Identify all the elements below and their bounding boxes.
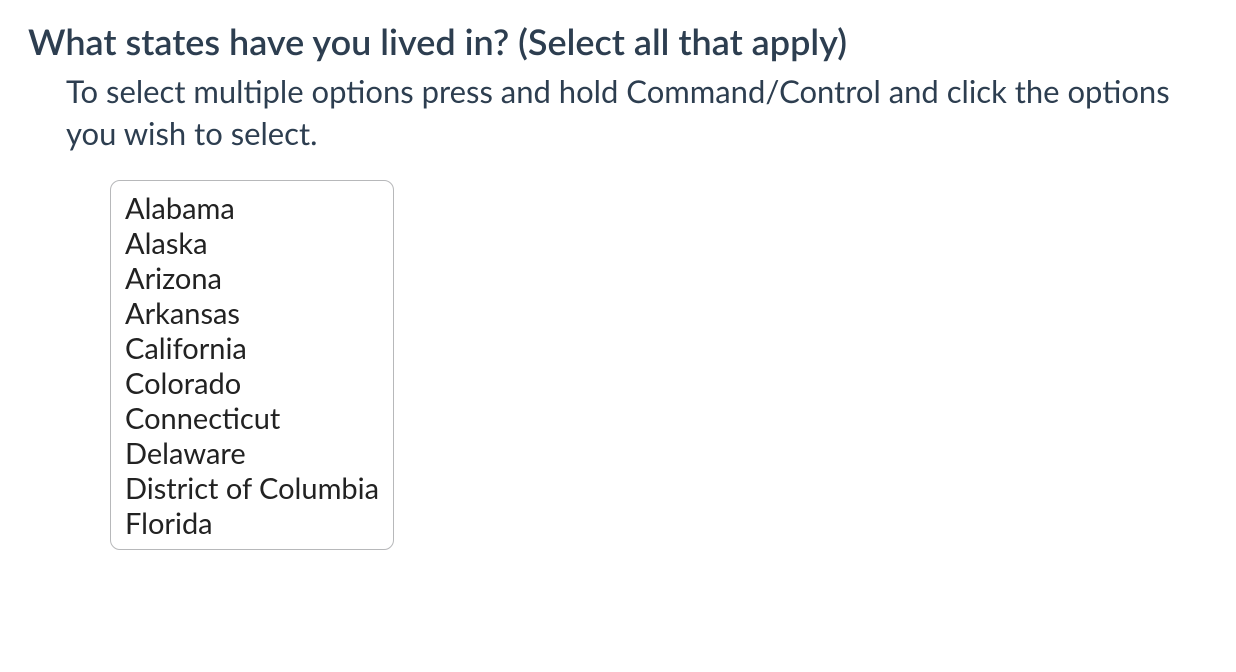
select-wrapper: AlabamaAlaskaArizonaArkansasCaliforniaCo…	[28, 180, 1208, 550]
state-option[interactable]: Alaska	[125, 226, 379, 261]
states-multiselect[interactable]: AlabamaAlaskaArizonaArkansasCaliforniaCo…	[110, 180, 394, 550]
question-instructions: To select multiple options press and hol…	[28, 71, 1208, 155]
state-option[interactable]: Connecticut	[125, 401, 379, 436]
state-option[interactable]: Colorado	[125, 366, 379, 401]
question-title: What states have you lived in? (Select a…	[28, 18, 1208, 65]
state-option[interactable]: Alabama	[125, 191, 379, 226]
state-option[interactable]: District of Columbia	[125, 471, 379, 506]
state-option[interactable]: Florida	[125, 506, 379, 541]
state-option[interactable]: California	[125, 331, 379, 366]
state-option[interactable]: Arizona	[125, 261, 379, 296]
state-option[interactable]: Delaware	[125, 436, 379, 471]
state-option[interactable]: Arkansas	[125, 296, 379, 331]
